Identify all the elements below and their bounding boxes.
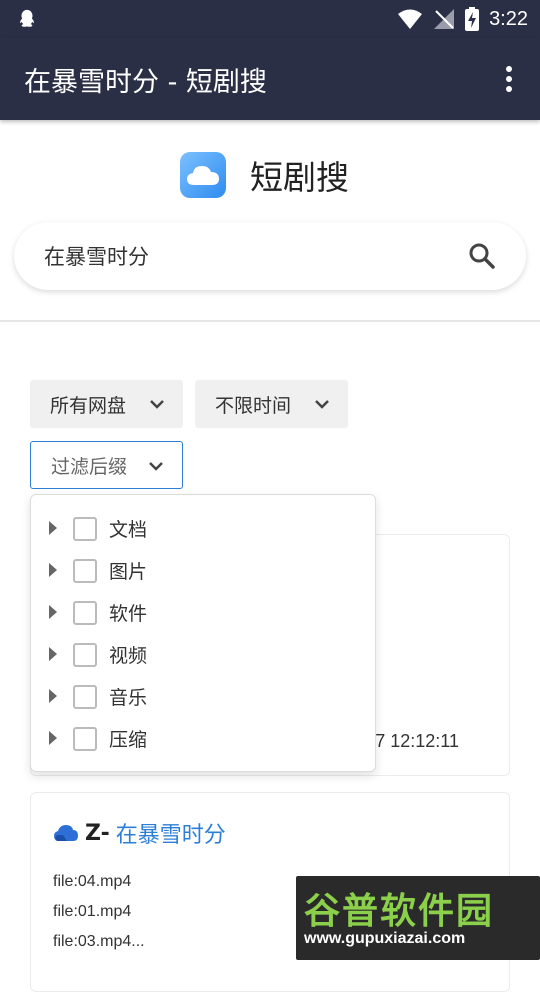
- dropdown-item-software[interactable]: 软件: [31, 591, 377, 633]
- dropdown-item-label: 压缩: [109, 729, 148, 751]
- chevron-down-icon: [315, 400, 329, 409]
- search-icon[interactable]: [468, 242, 496, 270]
- page-title: 在暴雪时分 - 短剧搜: [24, 67, 267, 98]
- suffix-dropdown: 文档 图片 软件 视频 音乐 压缩: [30, 494, 376, 772]
- result-prefix: Z-: [85, 820, 110, 846]
- result-link[interactable]: 在暴雪时分: [116, 817, 226, 849]
- dropdown-item-label: 图片: [109, 561, 148, 583]
- checkbox[interactable]: [73, 559, 97, 583]
- filter-suffix-label: 过滤后缀: [51, 455, 128, 478]
- checkbox[interactable]: [73, 685, 97, 709]
- result-title[interactable]: Z- 在暴雪时分: [53, 817, 226, 849]
- dropdown-item-label: 软件: [109, 603, 148, 625]
- filter-disk-select[interactable]: 所有网盘: [30, 380, 183, 428]
- filter-disk-label: 所有网盘: [50, 394, 127, 417]
- file-item: file:03.mp4...: [53, 933, 145, 950]
- filter-time-label: 不限时间: [215, 394, 292, 417]
- result-date: 7 12:12:11: [375, 731, 459, 751]
- brand-header: 短剧搜: [180, 152, 349, 198]
- watermark-url: www.gupuxiazai.com: [304, 930, 466, 947]
- chevron-down-icon: [149, 462, 163, 471]
- checkbox[interactable]: [73, 601, 97, 625]
- wifi-icon: [398, 9, 423, 29]
- app-bar: 在暴雪时分 - 短剧搜: [0, 38, 540, 120]
- search-input[interactable]: [44, 236, 444, 276]
- no-signal-icon: [434, 9, 455, 29]
- dropdown-item-image[interactable]: 图片: [31, 549, 377, 591]
- expand-caret-icon[interactable]: [49, 731, 57, 745]
- file-item: file:01.mp4: [53, 903, 132, 920]
- search-box: [14, 222, 526, 290]
- chevron-down-icon: [150, 400, 164, 409]
- cloud-disk-icon: [54, 825, 78, 841]
- dropdown-item-label: 文档: [109, 519, 148, 541]
- expand-caret-icon[interactable]: [49, 521, 57, 535]
- expand-caret-icon[interactable]: [49, 647, 57, 661]
- dropdown-item-archive[interactable]: 压缩: [31, 717, 377, 759]
- more-options-icon[interactable]: [494, 64, 524, 94]
- expand-caret-icon[interactable]: [49, 605, 57, 619]
- divider: [0, 320, 540, 322]
- cloud-logo-icon: [180, 152, 226, 198]
- dropdown-item-document[interactable]: 文档: [31, 507, 377, 549]
- filter-time-select[interactable]: 不限时间: [195, 380, 348, 428]
- filter-suffix-select[interactable]: 过滤后缀: [30, 441, 183, 489]
- watermark-logo: 谷普软件园 www.gupuxiazai.com: [296, 876, 540, 960]
- brand-name: 短剧搜: [250, 158, 349, 197]
- battery-charging-icon: [465, 7, 480, 31]
- dropdown-item-music[interactable]: 音乐: [31, 675, 377, 717]
- clock: 3:22: [489, 7, 528, 30]
- expand-caret-icon[interactable]: [49, 563, 57, 577]
- status-bar: 3:22: [0, 0, 540, 38]
- dropdown-item-label: 视频: [109, 645, 148, 667]
- dropdown-item-video[interactable]: 视频: [31, 633, 377, 675]
- watermark-text: 谷普软件园: [304, 891, 495, 932]
- file-item: file:04.mp4: [53, 873, 132, 890]
- expand-caret-icon[interactable]: [49, 689, 57, 703]
- checkbox[interactable]: [73, 643, 97, 667]
- qq-notification-icon: [20, 9, 34, 27]
- checkbox[interactable]: [73, 727, 97, 751]
- dropdown-item-label: 音乐: [109, 687, 148, 709]
- checkbox[interactable]: [73, 517, 97, 541]
